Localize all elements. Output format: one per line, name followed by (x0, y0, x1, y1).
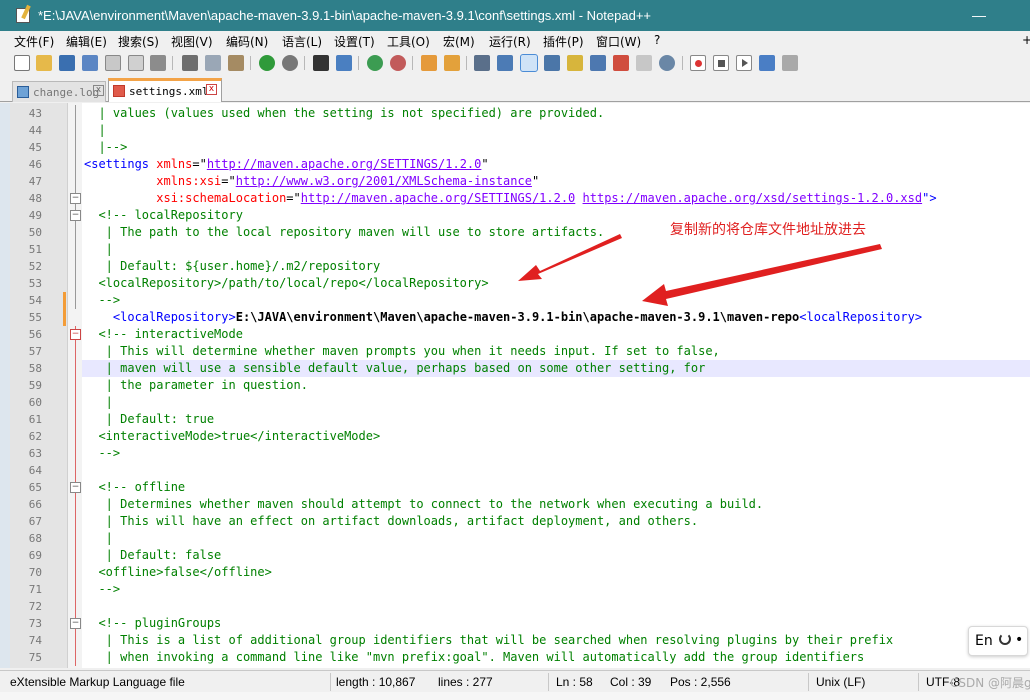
view-icon[interactable] (659, 55, 675, 71)
close-tab-icon[interactable]: x (93, 85, 104, 96)
save-all-icon[interactable] (82, 55, 98, 71)
status-column: Col : 39 (610, 675, 652, 689)
play-macro-icon[interactable] (736, 55, 752, 71)
undo-icon[interactable] (259, 55, 275, 71)
replace-icon[interactable] (336, 55, 352, 71)
word-wrap-icon[interactable] (474, 55, 490, 71)
minimize-button[interactable]: — (972, 7, 986, 23)
annotation-text: 复制新的将仓库文件地址放进去 (670, 222, 866, 238)
monitoring-icon[interactable] (636, 55, 652, 71)
arrow-to-line-55 (642, 244, 882, 306)
status-bar: eXtensible Markup Language file length :… (0, 670, 1030, 692)
background-window-strip-bottom (0, 692, 1030, 700)
watermark: CSDN @阿晨gg (950, 676, 1030, 690)
status-length: length : 10,867 (336, 675, 416, 689)
menu-search[interactable]: 搜索(S) (118, 33, 159, 50)
arrow-to-line-53 (518, 234, 622, 281)
tab-label: settings.xml (129, 85, 209, 98)
redo-icon[interactable] (282, 55, 298, 71)
paste-icon[interactable] (228, 55, 244, 71)
menu-language[interactable]: 语言(L) (282, 33, 322, 50)
ime-indicator[interactable]: En • (968, 626, 1028, 656)
editor-pane[interactable]: 43 44 45 46 47 48 49 50 51 52 53 54 55 56 57 58 59 60 61 62… (10, 103, 1030, 668)
copy-icon[interactable] (205, 55, 221, 71)
menu-encoding[interactable]: 编码(N) (226, 33, 268, 50)
ime-language: En (975, 633, 993, 649)
tab-bar: change.log x settings.xml x (0, 78, 1030, 102)
show-all-chars-icon[interactable] (497, 55, 513, 71)
ime-moon-icon (999, 633, 1011, 645)
save-macro-icon[interactable] (782, 55, 798, 71)
doc-close-icon[interactable]: + (1022, 33, 1030, 47)
menu-help[interactable]: ? (654, 33, 660, 47)
menu-plugins[interactable]: 插件(P) (543, 33, 584, 50)
menu-file[interactable]: 文件(F) (14, 33, 54, 50)
ime-dot: • (1015, 632, 1024, 648)
tab-settings-xml[interactable]: settings.xml x (108, 78, 222, 102)
indent-guide-icon[interactable] (520, 54, 538, 72)
window-title: *E:\JAVA\environment\Maven\apache-maven-… (38, 8, 652, 23)
status-position: Pos : 2,556 (670, 675, 731, 689)
user-language-icon[interactable] (544, 55, 560, 71)
find-icon[interactable] (313, 55, 329, 71)
record-macro-icon[interactable] (690, 55, 706, 71)
close-tab-icon[interactable]: x (206, 84, 217, 95)
change-marker (63, 292, 66, 326)
sync-vertical-icon[interactable] (421, 55, 437, 71)
close-file-icon[interactable] (105, 55, 121, 71)
zoom-out-icon[interactable] (390, 55, 406, 71)
background-window-strip (0, 103, 10, 668)
save-icon[interactable] (59, 55, 75, 71)
doc-map-icon[interactable] (567, 55, 583, 71)
menu-window[interactable]: 窗口(W) (596, 33, 641, 50)
status-lines: lines : 277 (438, 675, 493, 689)
modified-file-icon (113, 85, 125, 97)
print-icon[interactable] (150, 55, 166, 71)
menu-settings[interactable]: 设置(T) (334, 33, 375, 50)
new-file-icon[interactable] (14, 55, 30, 71)
cut-icon[interactable] (182, 55, 198, 71)
tab-change-log[interactable]: change.log x (12, 81, 106, 102)
tab-label: change.log (33, 86, 100, 99)
menu-run[interactable]: 运行(R) (489, 33, 531, 50)
menu-edit[interactable]: 编辑(E) (66, 33, 107, 50)
stop-macro-icon[interactable] (713, 55, 729, 71)
open-file-icon[interactable] (36, 55, 52, 71)
menu-macro[interactable]: 宏(M) (443, 33, 475, 50)
zoom-in-icon[interactable] (367, 55, 383, 71)
close-all-icon[interactable] (128, 55, 144, 71)
sync-horizontal-icon[interactable] (444, 55, 460, 71)
menu-view[interactable]: 视图(V) (171, 33, 213, 50)
status-filetype: eXtensible Markup Language file (10, 675, 185, 689)
file-icon (17, 86, 29, 98)
notepadpp-icon (16, 8, 30, 23)
status-eol[interactable]: Unix (LF) (816, 675, 865, 689)
menu-tools[interactable]: 工具(O) (387, 33, 430, 50)
function-list-icon[interactable] (590, 55, 606, 71)
folder-as-workspace-icon[interactable] (613, 55, 629, 71)
annotation-arrows (518, 234, 882, 306)
run-macro-multiple-icon[interactable] (759, 55, 775, 71)
title-bar: *E:\JAVA\environment\Maven\apache-maven-… (0, 0, 1030, 31)
toolbar (0, 51, 1030, 77)
menu-bar: 文件(F) 编辑(E) 搜索(S) 视图(V) 编码(N) 语言(L) 设置(T… (0, 31, 1030, 51)
status-line: Ln : 58 (556, 675, 593, 689)
